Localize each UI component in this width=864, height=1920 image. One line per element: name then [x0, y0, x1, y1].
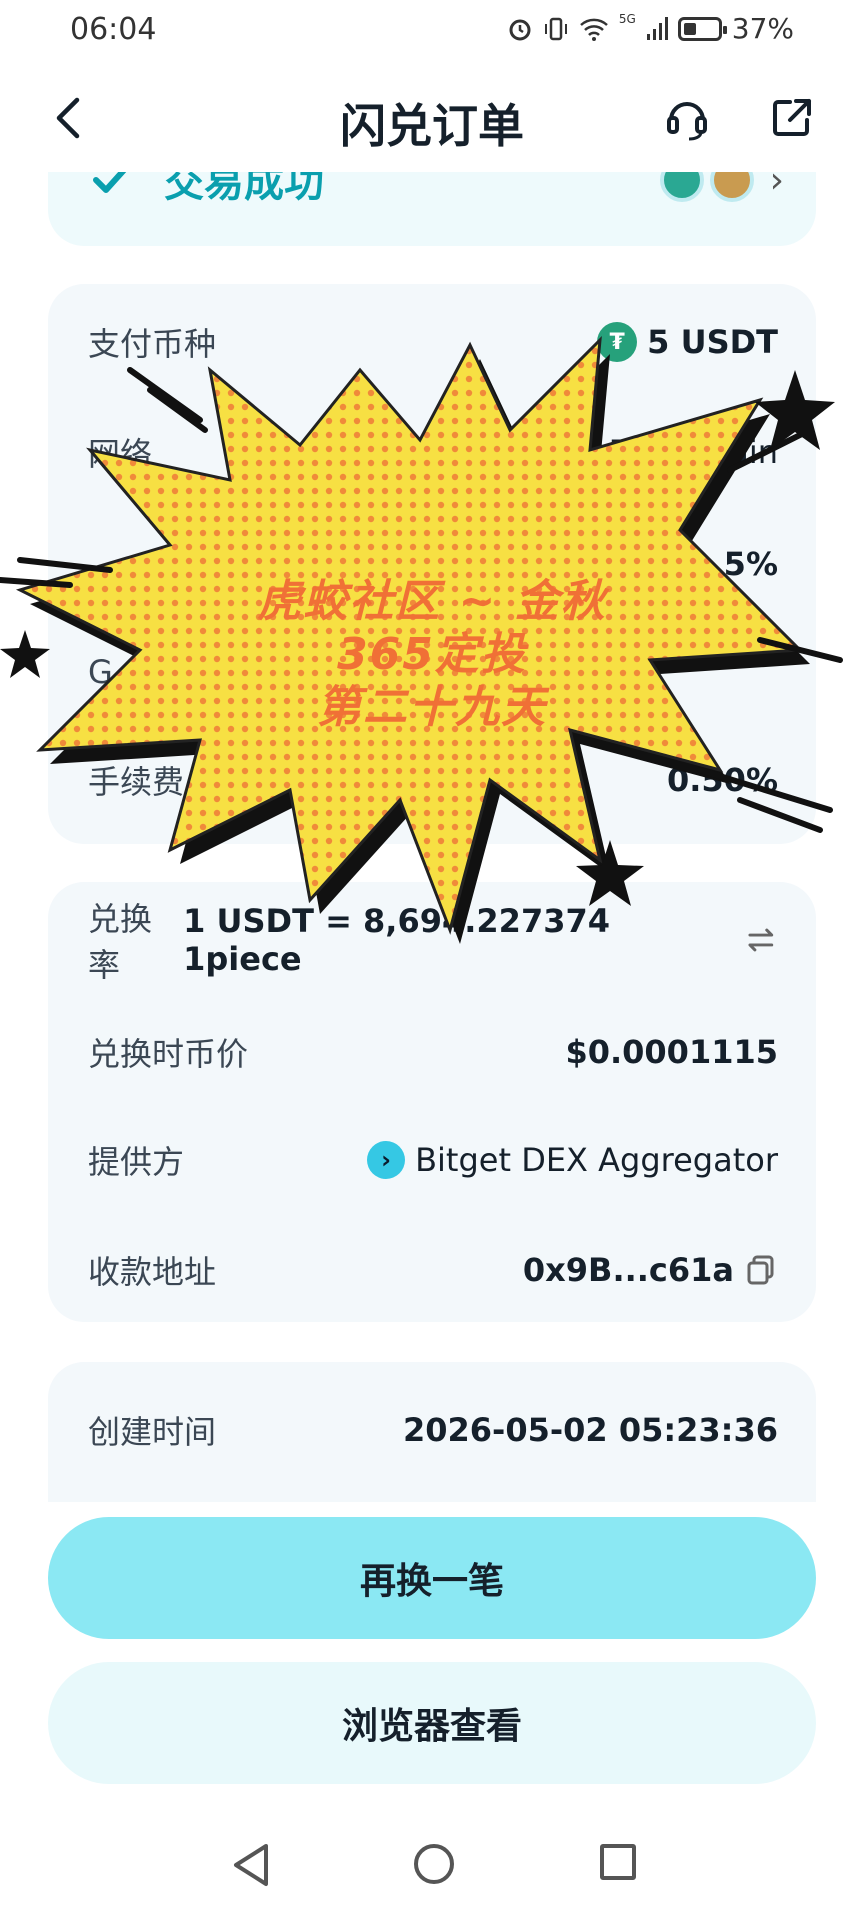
detail-row: 网络 BNB Chain: [88, 422, 778, 482]
detail-value-wrap: ₮ 5 USDT: [597, 322, 778, 362]
wifi-icon: [579, 16, 609, 42]
detail-row: 支付币种 ₮ 5 USDT: [88, 312, 778, 372]
nav-recent-icon[interactable]: [600, 1844, 636, 1880]
overlay-text-line3: 第二十九天: [317, 682, 547, 733]
rate-label: 兑换率: [88, 900, 153, 984]
address-row: 收款地址 0x9B...c61a: [88, 1240, 778, 1300]
detail-label: 网络: [88, 435, 153, 473]
signal-5g-icon: 5G: [618, 12, 636, 26]
nav-back-icon[interactable]: [228, 1840, 272, 1890]
time-card: 创建时间 2026-05-02 05:23:36: [48, 1362, 816, 1502]
detail-value: 0.50%: [666, 761, 778, 799]
status-time: 06:04: [70, 12, 157, 47]
rate-row: 兑换率 1 USDT = 8,694.227374 1piece: [88, 900, 778, 984]
rate-value-wrap: 1 USDT = 8,694.227374 1piece: [183, 902, 778, 978]
created-value: 2026-05-02 05:23:36: [402, 1411, 778, 1449]
address-value-wrap: 0x9B...c61a: [523, 1251, 778, 1289]
vibrate-icon: [543, 16, 569, 42]
battery-percent: 37%: [731, 12, 794, 45]
support-button[interactable]: [655, 86, 719, 150]
status-bar: 06:04 5G 37%: [0, 0, 864, 64]
battery-icon: [677, 16, 727, 41]
signal-bars-icon: [646, 16, 668, 42]
payment-details-card: 支付币种 ₮ 5 USDT 网络 BNB Chain 5% G 手续费 0.50…: [48, 284, 816, 844]
swap-again-button[interactable]: 再换一笔: [48, 1517, 816, 1639]
exchange-details-card: 兑换率 1 USDT = 8,694.227374 1piece 兑换时币价 $…: [48, 882, 816, 1322]
status-icons: 5G 37%: [507, 12, 794, 45]
nav-bar: 闪兑订单: [0, 64, 864, 172]
bitget-icon: ›: [367, 1141, 406, 1179]
price-label: 兑换时币价: [88, 1035, 249, 1073]
detail-label: 手续费: [88, 763, 185, 801]
system-nav-bar: [0, 1840, 864, 1920]
rate-value: 1 USDT = 8,694.227374 1piece: [183, 902, 610, 978]
swap-icon[interactable]: [744, 923, 778, 957]
page-title: 闪兑订单: [340, 99, 524, 153]
usdt-icon: ₮: [597, 322, 638, 362]
copy-icon[interactable]: [744, 1253, 778, 1287]
provider-row: 提供方 › Bitget DEX Aggregator: [88, 1130, 778, 1190]
alarm-icon: [507, 16, 533, 42]
detail-value: BNB Chain: [608, 433, 778, 471]
view-in-explorer-button[interactable]: 浏览器查看: [48, 1662, 816, 1784]
address-value: 0x9B...c61a: [522, 1251, 734, 1289]
detail-value: 5 USDT: [647, 323, 778, 361]
price-row: 兑换时币价 $0.0001115: [88, 1022, 778, 1082]
nav-home-icon[interactable]: [414, 1844, 454, 1884]
detail-label: 支付币种: [88, 325, 217, 363]
address-label: 收款地址: [88, 1253, 217, 1291]
external-link-icon: [773, 99, 811, 136]
provider-value-wrap: › Bitget DEX Aggregator: [367, 1141, 778, 1179]
price-value: $0.0001115: [565, 1033, 778, 1071]
created-label: 创建时间: [88, 1413, 217, 1451]
provider-label: 提供方: [88, 1143, 185, 1181]
detail-row: 手续费 0.50%: [88, 750, 778, 810]
headset-icon: [667, 102, 707, 141]
provider-value: Bitget DEX Aggregator: [415, 1141, 778, 1179]
created-row: 创建时间 2026-05-02 05:23:36: [88, 1400, 778, 1460]
share-button[interactable]: [760, 86, 824, 150]
